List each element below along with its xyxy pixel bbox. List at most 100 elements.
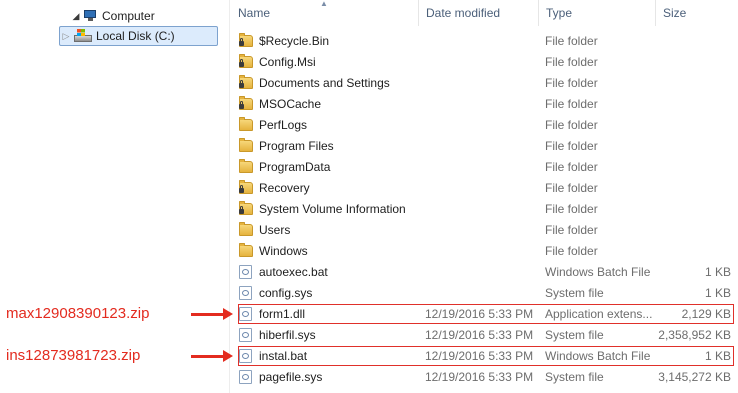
lock-icon bbox=[239, 101, 244, 109]
file-name: form1.dll bbox=[259, 307, 306, 321]
file-type: File folder bbox=[545, 223, 598, 237]
file-row[interactable]: config.sys System file 1 KB bbox=[230, 283, 738, 304]
file-type: File folder bbox=[545, 118, 598, 132]
expanded-arrow-icon[interactable]: ◢ bbox=[70, 11, 82, 22]
file-name: pagefile.sys bbox=[259, 370, 323, 384]
file-row[interactable]: System Volume Information File folder bbox=[230, 199, 738, 220]
file-size bbox=[650, 241, 731, 262]
collapsed-arrow-icon[interactable]: ▷ bbox=[60, 31, 72, 42]
system-file-icon bbox=[239, 370, 252, 384]
file-name: PerfLogs bbox=[259, 118, 308, 132]
file-row[interactable]: instal.bat 12/19/2016 5:33 PM Windows Batc… bbox=[230, 346, 738, 367]
column-date-modified[interactable]: Date modified bbox=[418, 0, 538, 26]
file-date-modified bbox=[425, 73, 540, 94]
file-size bbox=[650, 199, 731, 220]
lock-icon bbox=[239, 38, 244, 46]
file-size: 1 KB bbox=[704, 349, 731, 363]
file-name: autoexec.bat bbox=[259, 265, 328, 279]
file-date-modified: 12/19/2016 5:33 PM bbox=[425, 349, 534, 363]
file-row[interactable]: hiberfil.sys 12/19/2016 5:33 PM System fil… bbox=[230, 325, 738, 346]
system-file-icon bbox=[239, 328, 252, 342]
file-date-modified bbox=[425, 283, 540, 304]
folder-icon bbox=[239, 117, 253, 131]
file-size bbox=[650, 73, 731, 94]
file-type: File folder bbox=[545, 34, 598, 48]
folder-icon bbox=[239, 159, 253, 173]
file-date-modified bbox=[425, 136, 540, 157]
file-size bbox=[650, 157, 731, 178]
file-row[interactable]: Recovery File folder bbox=[230, 178, 738, 199]
file-date-modified bbox=[425, 52, 540, 73]
file-row[interactable]: Windows File folder bbox=[230, 241, 738, 262]
file-type: File folder bbox=[545, 97, 598, 111]
tree-item-computer[interactable]: ◢ Computer bbox=[70, 6, 155, 26]
file-row[interactable]: Users File folder bbox=[230, 220, 738, 241]
file-date-modified bbox=[425, 199, 540, 220]
file-row[interactable]: autoexec.bat Windows Batch File 1 KB bbox=[230, 262, 738, 283]
file-name: Program Files bbox=[259, 139, 334, 153]
file-type: Windows Batch File bbox=[545, 349, 651, 363]
file-name: config.sys bbox=[259, 286, 313, 300]
file-name: Users bbox=[259, 223, 291, 237]
column-header: ▲ Name Date modified Type Size bbox=[230, 0, 738, 26]
file-date-modified: 12/19/2016 5:33 PM bbox=[425, 328, 534, 342]
lock-icon bbox=[239, 185, 244, 193]
folder-icon bbox=[239, 243, 253, 257]
file-type: Application extens... bbox=[545, 307, 653, 321]
file-row[interactable]: ProgramData File folder bbox=[230, 157, 738, 178]
file-row[interactable]: form1.dll 12/19/2016 5:33 PM Application e… bbox=[230, 304, 738, 325]
arrow-icon bbox=[191, 350, 233, 362]
file-name: Recovery bbox=[259, 181, 310, 195]
file-date-modified: 12/19/2016 5:33 PM bbox=[425, 370, 534, 384]
column-type[interactable]: Type bbox=[538, 0, 655, 26]
file-name: instal.bat bbox=[259, 349, 308, 363]
file-type: File folder bbox=[545, 139, 598, 153]
file-type: File folder bbox=[545, 55, 598, 69]
file-size bbox=[650, 31, 731, 52]
file-size bbox=[650, 178, 731, 199]
file-size bbox=[650, 94, 731, 115]
file-row[interactable]: MSOCache File folder bbox=[230, 94, 738, 115]
folder-icon bbox=[239, 222, 253, 236]
batch-file-icon bbox=[239, 349, 252, 363]
file-size: 1 KB bbox=[704, 265, 731, 279]
file-name: Windows bbox=[259, 244, 308, 258]
file-row[interactable]: pagefile.sys 12/19/2016 5:33 PM System fil… bbox=[230, 367, 738, 388]
batch-file-icon bbox=[239, 265, 252, 279]
file-type: File folder bbox=[545, 76, 598, 90]
annotation-label: max12908390123.zip bbox=[6, 304, 150, 322]
file-name: $Recycle.Bin bbox=[259, 34, 330, 48]
file-date-modified bbox=[425, 115, 540, 136]
tree-item-label: Computer bbox=[102, 9, 155, 23]
tree-item-local-disk[interactable]: ▷ Local Disk (C:) bbox=[59, 26, 218, 46]
file-date-modified bbox=[425, 157, 540, 178]
lock-icon bbox=[239, 59, 244, 67]
file-date-modified bbox=[425, 178, 540, 199]
file-name: MSOCache bbox=[259, 97, 322, 111]
tree-item-label: Local Disk (C:) bbox=[96, 29, 175, 43]
file-size bbox=[650, 136, 731, 157]
arrow-icon bbox=[191, 308, 233, 320]
file-date-modified bbox=[425, 220, 540, 241]
file-type: Windows Batch File bbox=[545, 265, 651, 279]
navigation-pane: ◢ Computer ▷ Local Disk (C:) bbox=[0, 0, 229, 393]
file-row[interactable]: Documents and Settings File folder bbox=[230, 73, 738, 94]
file-date-modified: 12/19/2016 5:33 PM bbox=[425, 307, 534, 321]
file-row[interactable]: PerfLogs File folder bbox=[230, 115, 738, 136]
file-size: 3,145,272 KB bbox=[658, 370, 731, 384]
computer-icon bbox=[84, 10, 98, 22]
file-row[interactable]: Program Files File folder bbox=[230, 136, 738, 157]
file-size bbox=[650, 220, 731, 241]
file-type: File folder bbox=[545, 181, 598, 195]
column-name[interactable]: Name bbox=[230, 0, 418, 26]
file-name: Documents and Settings bbox=[259, 76, 390, 90]
column-size[interactable]: Size bbox=[655, 0, 738, 26]
file-row[interactable]: Config.Msi File folder bbox=[230, 52, 738, 73]
file-date-modified bbox=[425, 94, 540, 115]
file-size: 2,358,952 KB bbox=[658, 328, 731, 342]
file-type: System file bbox=[545, 370, 604, 384]
file-row[interactable]: $Recycle.Bin File folder bbox=[230, 31, 738, 52]
file-size: 2,129 KB bbox=[681, 307, 731, 321]
file-date-modified bbox=[425, 31, 540, 52]
file-type: File folder bbox=[545, 160, 598, 174]
